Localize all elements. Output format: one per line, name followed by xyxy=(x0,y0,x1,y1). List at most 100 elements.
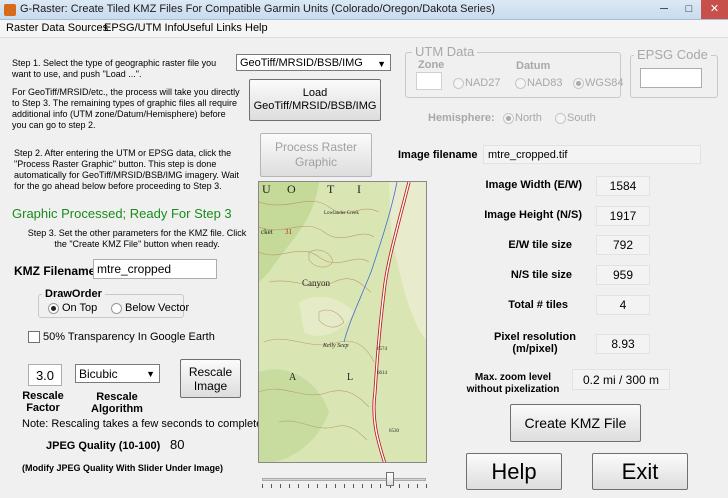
slider-tick xyxy=(416,484,418,488)
hemisphere-label: Hemisphere: xyxy=(428,112,495,124)
close-button[interactable]: ✕ xyxy=(701,0,728,19)
transparency-label: 50% Transparency In Google Earth xyxy=(43,331,215,343)
chevron-down-icon: ▼ xyxy=(146,369,155,379)
epsg-input[interactable] xyxy=(640,68,702,88)
menu-useful-links[interactable]: Useful Links xyxy=(182,22,242,34)
rescale-note: Note: Rescaling takes a few seconds to c… xyxy=(22,418,263,430)
wgs84-label: WGS84 xyxy=(585,77,624,89)
map-label-6614: 6614 xyxy=(377,371,388,376)
map-grid-letter-t: T xyxy=(327,182,335,196)
slider-tick xyxy=(325,484,327,488)
image-height-value: 1917 xyxy=(596,206,650,226)
jpeg-quality-hint: (Modify JPEG Quality With Slider Under I… xyxy=(22,463,223,473)
slider-ticks xyxy=(262,484,427,488)
north-label: North xyxy=(515,112,542,124)
ew-tile-size-value: 792 xyxy=(596,235,650,255)
file-type-select[interactable]: GeoTiff/MRSID/BSB/IMG ▼ xyxy=(236,54,391,71)
map-grid-letter-i: I xyxy=(357,182,361,196)
rescale-image-button[interactable]: Rescale Image xyxy=(180,359,241,398)
slider-thumb[interactable] xyxy=(385,472,394,486)
max-zoom-label: Max. zoom level without pixelization xyxy=(466,372,560,395)
menu-help[interactable]: Help xyxy=(245,22,268,34)
south-radio[interactable] xyxy=(555,113,566,124)
map-label-6574: 6574 xyxy=(377,347,388,352)
map-label-lowlander: Lowlander Creek xyxy=(324,211,359,216)
slider-tick xyxy=(407,484,409,488)
app-icon xyxy=(4,4,16,16)
nad27-label: NAD27 xyxy=(465,77,501,89)
total-tiles-value: 4 xyxy=(596,295,650,315)
slider-tick xyxy=(262,484,263,488)
window-title: G-Raster: Create Tiled KMZ Files For Com… xyxy=(20,3,495,15)
nad27-radio[interactable] xyxy=(453,78,464,89)
jpeg-quality-label: JPEG Quality (10-100) xyxy=(46,440,161,452)
exit-button[interactable]: Exit xyxy=(592,453,688,490)
step2-text: Step 2. After entering the UTM or EPSG d… xyxy=(14,148,240,191)
slider-tick xyxy=(371,484,373,488)
below-vector-radio[interactable] xyxy=(111,303,122,314)
image-width-value: 1584 xyxy=(596,176,650,196)
nad83-label: NAD83 xyxy=(527,77,563,89)
image-width-label: Image Width (E/W) xyxy=(485,179,582,191)
south-label: South xyxy=(567,112,596,124)
max-zoom-value: 0.2 mi / 300 m xyxy=(572,369,670,390)
rescale-factor-input[interactable]: 3.0 xyxy=(28,364,62,386)
status-text: Graphic Processed; Ready For Step 3 xyxy=(12,206,232,221)
chevron-down-icon: ▼ xyxy=(377,59,386,69)
slider-tick xyxy=(353,484,355,488)
wgs84-radio[interactable] xyxy=(573,78,584,89)
slider-tick xyxy=(426,484,427,488)
map-label-cket: cket xyxy=(261,228,273,236)
help-button[interactable]: Help xyxy=(466,453,562,490)
map-label-31: 31 xyxy=(285,228,293,236)
ns-tile-size-label: N/S tile size xyxy=(510,269,572,281)
map-preview[interactable]: U O T I Lowlander Creek Canyon Kelly See… xyxy=(258,181,427,463)
nad83-radio[interactable] xyxy=(515,78,526,89)
slider-tick xyxy=(307,484,309,488)
slider-tick xyxy=(398,484,400,488)
north-radio[interactable] xyxy=(503,113,514,124)
minimize-button[interactable]: ─ xyxy=(652,0,676,19)
map-label-kelly-seep: Kelly Seep xyxy=(322,343,349,349)
ew-tile-size-label: E/W tile size xyxy=(508,239,572,251)
map-label-6530: 6530 xyxy=(389,429,400,434)
epsg-title: EPSG Code xyxy=(634,47,711,62)
zone-input[interactable] xyxy=(416,72,442,90)
map-label-l: L xyxy=(347,372,353,383)
title-bar: G-Raster: Create Tiled KMZ Files For Com… xyxy=(0,0,728,20)
pixel-resolution-value: 8.93 xyxy=(596,334,650,354)
process-raster-button[interactable]: Process Raster Graphic xyxy=(260,133,372,177)
kmz-filename-label: KMZ Filename xyxy=(14,264,96,278)
total-tiles-label: Total # tiles xyxy=(508,299,568,311)
rescale-factor-label: Rescale Factor xyxy=(22,390,64,414)
jpeg-quality-slider[interactable] xyxy=(258,470,430,488)
on-top-radio[interactable] xyxy=(48,303,59,314)
topo-map-image: U O T I Lowlander Creek Canyon Kelly See… xyxy=(259,182,426,462)
rescale-algorithm-select[interactable]: Bicubic ▼ xyxy=(75,364,160,383)
zone-label: Zone xyxy=(418,59,445,71)
transparency-checkbox[interactable] xyxy=(28,331,40,343)
map-label-a: A xyxy=(289,372,297,383)
rescale-algorithm-label: Rescale Algorithm xyxy=(91,391,143,415)
on-top-label: On Top xyxy=(62,302,98,314)
slider-tick xyxy=(344,484,345,488)
map-grid-letter-o: O xyxy=(287,182,296,196)
rescale-algorithm-value: Bicubic xyxy=(79,366,118,381)
kmz-filename-input[interactable]: mtre_cropped xyxy=(93,259,217,279)
step1-text: Step 1. Select the type of geographic ra… xyxy=(12,58,217,79)
menu-bar: Raster Data Sources EPSG/UTM Info Useful… xyxy=(0,20,728,38)
image-height-label: Image Height (N/S) xyxy=(484,209,582,221)
create-kmz-button[interactable]: Create KMZ File xyxy=(510,404,641,442)
maximize-button[interactable]: □ xyxy=(677,0,701,19)
step3-text: Step 3. Set the other parameters for the… xyxy=(27,228,247,249)
pixel-resolution-label: Pixel resolution (m/pixel) xyxy=(494,331,576,355)
jpeg-quality-value: 80 xyxy=(170,437,185,452)
ns-tile-size-value: 959 xyxy=(596,265,650,285)
menu-raster-data-sources[interactable]: Raster Data Sources xyxy=(6,22,108,34)
menu-epsg-utm-info[interactable]: EPSG/UTM Info xyxy=(104,22,183,34)
slider-track xyxy=(262,478,426,481)
below-vector-label: Below Vector xyxy=(125,302,190,314)
load-button[interactable]: Load GeoTiff/MRSID/BSB/IMG xyxy=(249,79,381,121)
slider-tick xyxy=(380,484,382,488)
map-grid-letter-u: U xyxy=(262,182,271,196)
